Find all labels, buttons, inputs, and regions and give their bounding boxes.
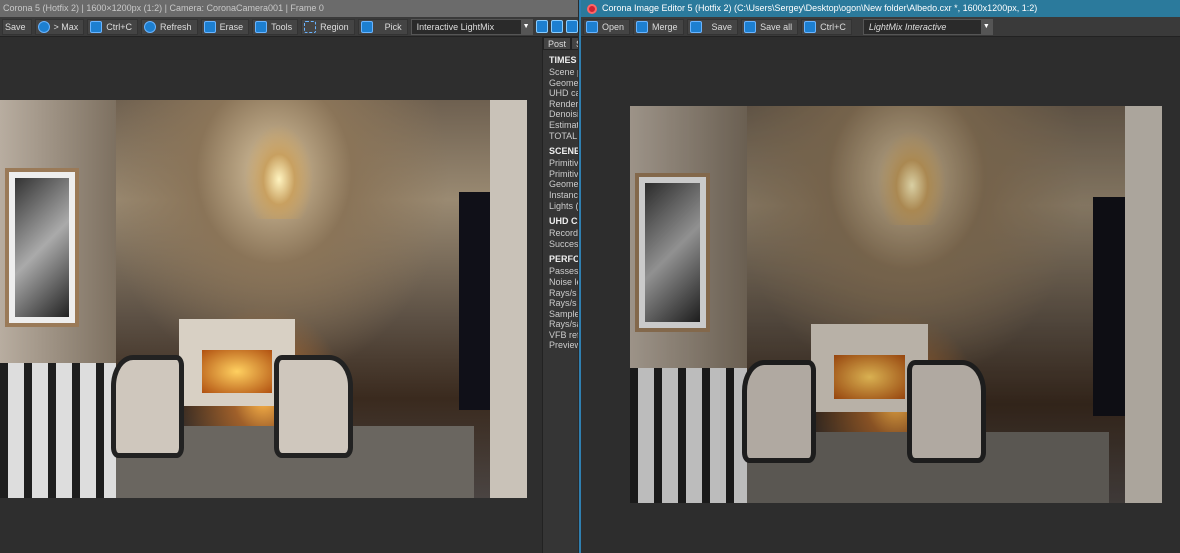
corona-image-editor-window: Corona Image Editor 5 (Hotfix 2) (C:\Use… (579, 0, 1180, 553)
clipboard-icon (804, 20, 817, 33)
stat-row: Scene pa (549, 67, 578, 77)
stat-row: Noise lev (549, 276, 578, 287)
zoom-fit-icon[interactable] (565, 20, 578, 33)
erase-icon (203, 20, 216, 33)
folder-icon (586, 20, 598, 33)
open-button[interactable]: Open (583, 18, 631, 35)
copy-button[interactable]: Ctrl+C (87, 18, 139, 35)
max-label: > Max (53, 21, 79, 32)
tab-stats[interactable]: S (571, 37, 578, 50)
stats-panel: Post S TIMES Scene pa Geometr UHD cac Re… (542, 37, 578, 553)
merge-label: Merge (652, 21, 678, 32)
copy-button[interactable]: Ctrl+C (801, 18, 852, 35)
refresh-icon (144, 20, 157, 33)
region-button[interactable]: Region (301, 18, 355, 35)
refresh-label: Refresh (160, 21, 192, 32)
stat-row: Geometr (549, 179, 578, 190)
chevron-down-icon: ▼ (980, 19, 992, 34)
stat-row: Primitive (549, 168, 578, 179)
refresh-button[interactable]: Refresh (141, 18, 198, 35)
stat-row: Geometr (549, 77, 578, 88)
cie-mode-dropdown[interactable]: LightMix Interactive ▼ (862, 18, 993, 35)
corona-vfb-window: Corona 5 (Hotfix 2) | 1600×1200px (1:2) … (0, 0, 578, 553)
stat-row: Instance (549, 189, 578, 200)
erase-button[interactable]: Erase (200, 18, 250, 35)
erase-label: Erase (219, 21, 244, 32)
save-button[interactable]: Save (2, 18, 32, 35)
save-label: Save (5, 21, 26, 32)
tools-button[interactable]: Tools (252, 18, 299, 35)
stat-row: Renderin (549, 98, 578, 109)
stat-row: VFB refre (549, 329, 578, 340)
save-label: Save (711, 21, 733, 32)
floppy-icon (744, 20, 757, 33)
save-button[interactable]: Save (686, 18, 739, 35)
section-performance: PERFOR (549, 254, 578, 265)
pick-button[interactable]: Pick (357, 18, 408, 35)
cie-title: Corona Image Editor 5 (Hotfix 2) (C:\Use… (602, 3, 1038, 13)
section-scene: SCENE (549, 146, 578, 157)
stat-row: Denoisin (549, 109, 578, 120)
cie-toolbar: Open Merge Save Save all Ctrl+C LightMix… (581, 17, 1180, 37)
corona-logo-icon (587, 3, 597, 14)
stat-row: Passes to (549, 266, 578, 277)
max-button[interactable]: > Max (34, 18, 85, 35)
stat-row: UHD cac (549, 88, 578, 99)
region-icon (304, 20, 317, 33)
section-uhd-cache: UHD CA (549, 216, 578, 227)
stat-row: Rays/s a (549, 298, 578, 309)
zoom-in-icon[interactable] (535, 20, 548, 33)
pick-label: Pick (384, 21, 402, 32)
max-icon (37, 20, 50, 33)
tools-label: Tools (271, 21, 293, 32)
floppy-icon (689, 20, 702, 33)
vfb-mode-dropdown[interactable]: Interactive LightMix ▼ (410, 18, 533, 35)
tab-post[interactable]: Post (543, 37, 572, 50)
cie-title-bar: Corona Image Editor 5 (Hotfix 2) (C:\Use… (581, 0, 1180, 17)
section-times: TIMES (549, 55, 577, 65)
vfb-toolbar: Save > Max Ctrl+C Refresh Erase Tools Re… (0, 17, 578, 37)
stat-row: Estimate (549, 119, 578, 130)
stat-row: TOTAL e (549, 130, 578, 141)
stat-row: Success (549, 238, 578, 249)
copy-label: Ctrl+C (820, 21, 846, 32)
folder-icon (636, 20, 649, 33)
save-all-label: Save all (760, 21, 793, 32)
vfb-title-bar: Corona 5 (Hotfix 2) | 1600×1200px (1:2) … (0, 0, 578, 17)
vfb-render-image (0, 100, 527, 498)
hand-icon (360, 20, 373, 33)
clipboard-icon (90, 20, 103, 33)
stat-row: Preview (549, 340, 578, 351)
region-label: Region (320, 21, 349, 32)
save-all-button[interactable]: Save all (741, 18, 799, 35)
dropdown-value: LightMix Interactive (868, 21, 947, 32)
stat-row: Records: (549, 228, 578, 239)
stat-row: Primitive (549, 158, 578, 169)
stat-row: Rays/s to (549, 287, 578, 298)
chevron-down-icon: ▼ (520, 19, 532, 34)
stat-row: Rays/sar (549, 319, 578, 330)
open-label: Open (602, 21, 625, 32)
stat-row: Samples (549, 308, 578, 319)
gear-icon (255, 20, 268, 33)
zoom-out-icon[interactable] (550, 20, 563, 33)
stat-row: Lights (g (549, 200, 578, 211)
dropdown-value: Interactive LightMix (416, 21, 495, 32)
copy-label: Ctrl+C (106, 21, 133, 32)
merge-button[interactable]: Merge (633, 18, 684, 35)
cie-image (630, 106, 1162, 503)
